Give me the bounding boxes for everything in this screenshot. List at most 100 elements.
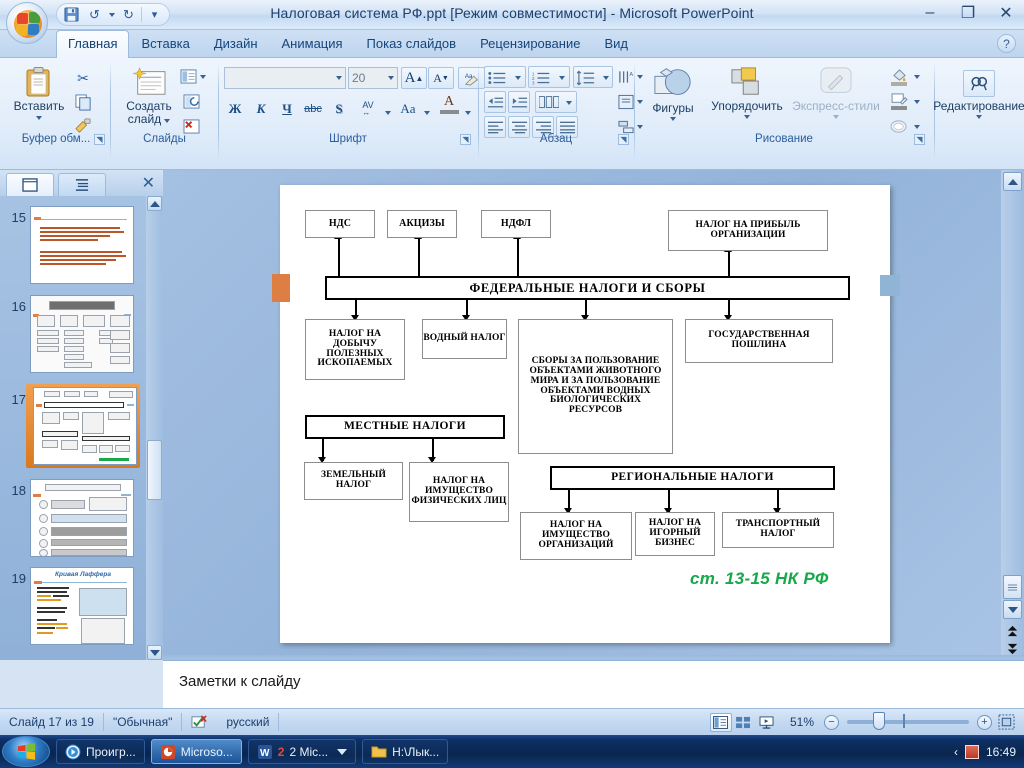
thumbnail-slide-19[interactable]: Кривая Лаффера	[30, 567, 134, 645]
thumbnail-slide-18[interactable]	[30, 479, 134, 557]
text-shadow-button[interactable]: S	[328, 98, 350, 119]
node-federal-taxes[interactable]: ФЕДЕРАЛЬНЫЕ НАЛОГИ И СБОРЫ	[325, 276, 850, 300]
node-land-tax[interactable]: ЗЕМЕЛЬНЫЙ НАЛОГ	[304, 462, 403, 500]
font-name-combo[interactable]	[224, 67, 346, 89]
node-wildlife-fees[interactable]: СБОРЫ ЗА ПОЛЬЗОВАНИЕ ОБЪЕКТАМИ ЖИВОТНОГО…	[518, 319, 673, 454]
chevron-down-icon[interactable]	[337, 745, 348, 759]
arrange-button[interactable]: Упорядочить	[706, 66, 788, 119]
customize-qat-icon[interactable]: ▾	[144, 5, 165, 24]
view-slideshow-button[interactable]	[756, 713, 778, 732]
language-indicator[interactable]: русский	[217, 709, 278, 736]
italic-button[interactable]: К	[250, 98, 272, 119]
tab-pokaz-slaidov[interactable]: Показ слайдов	[355, 30, 469, 58]
shape-effects-dropdown-icon[interactable]	[912, 120, 921, 134]
help-icon[interactable]: ?	[997, 34, 1016, 53]
thumbnail-slide-15[interactable]	[30, 206, 134, 284]
outline-tab[interactable]	[58, 173, 106, 196]
previous-slide-button[interactable]	[1003, 622, 1022, 641]
character-spacing-button[interactable]: AV ↔	[353, 98, 383, 119]
drawing-dialog-launcher[interactable]: ◥	[914, 134, 925, 145]
slides-tab[interactable]	[6, 173, 54, 196]
node-nds[interactable]: НДС	[305, 210, 375, 238]
undo-dropdown-icon[interactable]	[107, 5, 116, 24]
tray-app-icon[interactable]	[964, 744, 979, 759]
list-item[interactable]: 18	[0, 479, 146, 557]
grow-font-button[interactable]: A ▲	[401, 67, 427, 89]
change-case-dropdown-icon[interactable]	[422, 102, 431, 123]
quick-styles-dropdown-icon[interactable]	[833, 115, 839, 119]
list-item[interactable]: 15	[0, 206, 146, 284]
scroll-down-button[interactable]	[1003, 600, 1022, 619]
shape-fill-button[interactable]	[886, 66, 912, 87]
tab-dizain[interactable]: Дизайн	[202, 30, 270, 58]
paste-button[interactable]: Вставить	[10, 66, 68, 120]
tab-recenzirovanie[interactable]: Рецензирование	[468, 30, 592, 58]
node-mineral-extraction-tax[interactable]: НАЛОГ НА ДОБЫЧУ ПОЛЕЗНЫХ ИСКОПАЕМЫХ	[305, 319, 405, 380]
list-item[interactable]: 17	[0, 384, 146, 468]
list-item[interactable]: 19 Кривая Лаффера	[0, 567, 146, 645]
editing-dropdown-icon[interactable]	[976, 115, 982, 119]
view-slide-sorter-button[interactable]	[733, 713, 755, 732]
zoom-slider[interactable]	[847, 712, 969, 730]
reset-button[interactable]	[180, 91, 202, 112]
tab-glavnaya[interactable]: Главная	[56, 30, 130, 58]
pane-scroll-up-button[interactable]	[147, 196, 162, 211]
taskbar-item-folder[interactable]: H:\Лык...	[362, 739, 449, 764]
zoom-slider-handle[interactable]	[873, 712, 885, 730]
shrink-font-button[interactable]: A ▼	[428, 67, 454, 89]
shapes-button[interactable]: Фигуры	[644, 66, 702, 121]
character-spacing-dropdown-icon[interactable]	[383, 102, 392, 123]
taskbar-item-media-player[interactable]: Проигр...	[56, 739, 145, 764]
font-color-dropdown-icon[interactable]	[463, 102, 472, 123]
slide-canvas[interactable]: НДС АКЦИЗЫ НДФЛ НАЛОГ НА ПРИБЫЛЬ ОРГАНИЗ…	[272, 185, 900, 643]
shape-outline-button[interactable]	[886, 91, 912, 112]
zoom-level[interactable]: 51%	[782, 709, 822, 736]
close-pane-button[interactable]: ✕	[142, 173, 155, 193]
zoom-out-button[interactable]: −	[824, 714, 839, 730]
spellcheck-status[interactable]	[182, 709, 217, 736]
zoom-in-button[interactable]: +	[977, 714, 992, 730]
node-ndfl[interactable]: НДФЛ	[481, 210, 551, 238]
scroll-thumb[interactable]	[1003, 575, 1022, 599]
cut-button[interactable]: ✂	[72, 68, 94, 88]
node-transport-tax[interactable]: ТРАНСПОРТНЫЙ НАЛОГ	[722, 512, 834, 548]
node-gambling-tax[interactable]: НАЛОГ НА ИГОРНЫЙ БИЗНЕС	[635, 512, 715, 556]
notes-pane[interactable]: Заметки к слайду	[163, 660, 1024, 708]
underline-button[interactable]: Ч	[276, 98, 298, 119]
layout-button[interactable]	[180, 66, 206, 87]
close-button[interactable]: ✕	[992, 2, 1020, 24]
paste-dropdown-icon[interactable]	[36, 116, 42, 120]
save-icon[interactable]	[61, 5, 82, 24]
node-property-tax-individuals[interactable]: НАЛОГ НА ИМУЩЕСТВО ФИЗИЧЕСКИХ ЛИЦ	[409, 462, 509, 522]
increase-indent-button[interactable]	[508, 91, 530, 113]
copy-button[interactable]	[72, 92, 94, 112]
office-button[interactable]	[6, 2, 48, 44]
shape-outline-dropdown-icon[interactable]	[912, 95, 921, 109]
change-case-button[interactable]: Aa	[395, 98, 421, 119]
tab-vid[interactable]: Вид	[592, 30, 640, 58]
node-profit-tax[interactable]: НАЛОГ НА ПРИБЫЛЬ ОРГАНИЗАЦИИ	[668, 210, 828, 251]
text-direction-button[interactable]: A	[616, 66, 636, 88]
thumbnail-slide-16[interactable]	[30, 295, 134, 373]
fit-slide-button[interactable]	[994, 709, 1024, 736]
thumbnail-list[interactable]: 15 16 17 18 19 Кривая Лаффера	[0, 196, 146, 660]
editing-button[interactable]: Редактирование	[933, 70, 1024, 119]
node-akcizy[interactable]: АКЦИЗЫ	[387, 210, 457, 238]
start-button[interactable]	[2, 736, 50, 767]
undo-icon[interactable]: ↺	[84, 5, 105, 24]
list-item[interactable]: 16	[0, 295, 146, 373]
align-text-button[interactable]	[616, 91, 636, 113]
pane-scroll-down-button[interactable]	[147, 645, 162, 660]
node-water-tax[interactable]: ВОДНЫЙ НАЛОГ	[422, 319, 507, 359]
tray-clock[interactable]: 16:49	[986, 745, 1016, 759]
bold-button[interactable]: Ж	[224, 98, 246, 119]
columns-button[interactable]	[535, 91, 577, 113]
pane-scrollbar[interactable]	[146, 196, 163, 660]
tray-expand-icon[interactable]: ‹	[954, 745, 958, 759]
font-size-combo[interactable]: 20	[348, 67, 398, 89]
layout-dropdown-icon[interactable]	[200, 74, 206, 79]
restore-button[interactable]: ❐	[954, 2, 982, 24]
slide-scrollbar[interactable]	[1001, 170, 1024, 660]
bullets-button[interactable]	[484, 66, 526, 88]
redo-icon[interactable]: ↻	[118, 5, 139, 24]
